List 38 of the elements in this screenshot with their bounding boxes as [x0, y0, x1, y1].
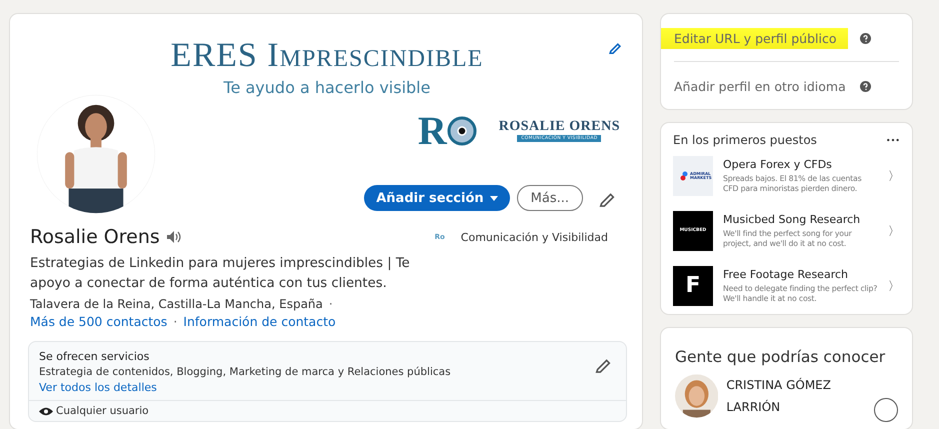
- profile-headline: Estrategias de Linkedin para mujeres imprescindibles | Te apoyo a conectar de forma auténtica con tus clientes.: [29, 255, 410, 293]
- connect-button[interactable]: [874, 398, 898, 422]
- person-name[interactable]: CRISTINA GÓMEZ LARRIÓN: [726, 374, 854, 422]
- chevron-icon[interactable]: 〉: [888, 168, 900, 184]
- profile-link[interactable]: Editar URL y perfil público: [661, 28, 848, 49]
- add-section-button[interactable]: Añadir sección: [364, 185, 510, 211]
- brand-logo: R: [418, 107, 477, 154]
- ad-title[interactable]: Opera Forex y CFDs: [723, 158, 878, 171]
- brand-name: ROSALIE ORENS: [498, 119, 620, 135]
- company-name[interactable]: Comunicación y Visibilidad: [460, 230, 608, 244]
- connections-link[interactable]: Más de 500 contactos: [30, 314, 168, 329]
- ad-title[interactable]: Musicbed Song Research: [723, 213, 878, 226]
- ad-logo: F: [673, 266, 713, 306]
- banner-title: ERES Imprescindible: [170, 38, 484, 74]
- speaker-icon[interactable]: [166, 230, 182, 244]
- profile-name: Rosalie Orens: [30, 226, 160, 248]
- more-menu[interactable]: •••: [886, 136, 900, 144]
- profile-link[interactable]: Añadir perfil en otro idioma: [674, 76, 846, 97]
- separator-dot: ·: [173, 314, 178, 329]
- details-link[interactable]: Ver todos los detalles: [39, 381, 616, 394]
- chevron-icon[interactable]: 〉: [888, 278, 900, 294]
- more-button[interactable]: Más...: [516, 185, 583, 211]
- ads-title: En los primeros puestos: [673, 133, 817, 147]
- edit-icon[interactable]: [608, 40, 622, 54]
- contact-info-link[interactable]: Información de contacto: [183, 314, 336, 329]
- banner-subtitle: Te ayudo a hacerlo visible: [224, 78, 430, 97]
- eye-icon: [39, 406, 53, 416]
- services-title: Se ofrecen servicios: [39, 350, 150, 363]
- caret-icon: [490, 196, 498, 200]
- chevron-icon[interactable]: 〉: [888, 222, 900, 240]
- services-description: Estrategia de contenidos, Blogging, Marketing de marca y Relaciones públicas: [39, 366, 452, 378]
- visibility-text: Cualquier usuario: [56, 405, 149, 417]
- location-text: Talavera de la Reina, Castilla-La Mancha, España: [30, 297, 323, 311]
- help-icon[interactable]: [860, 33, 871, 44]
- help-icon[interactable]: [860, 81, 871, 92]
- ad-title[interactable]: Free Footage Research: [723, 268, 878, 281]
- separator-dot: ·: [328, 297, 333, 311]
- people-title: Gente que podrías conocer: [674, 347, 886, 368]
